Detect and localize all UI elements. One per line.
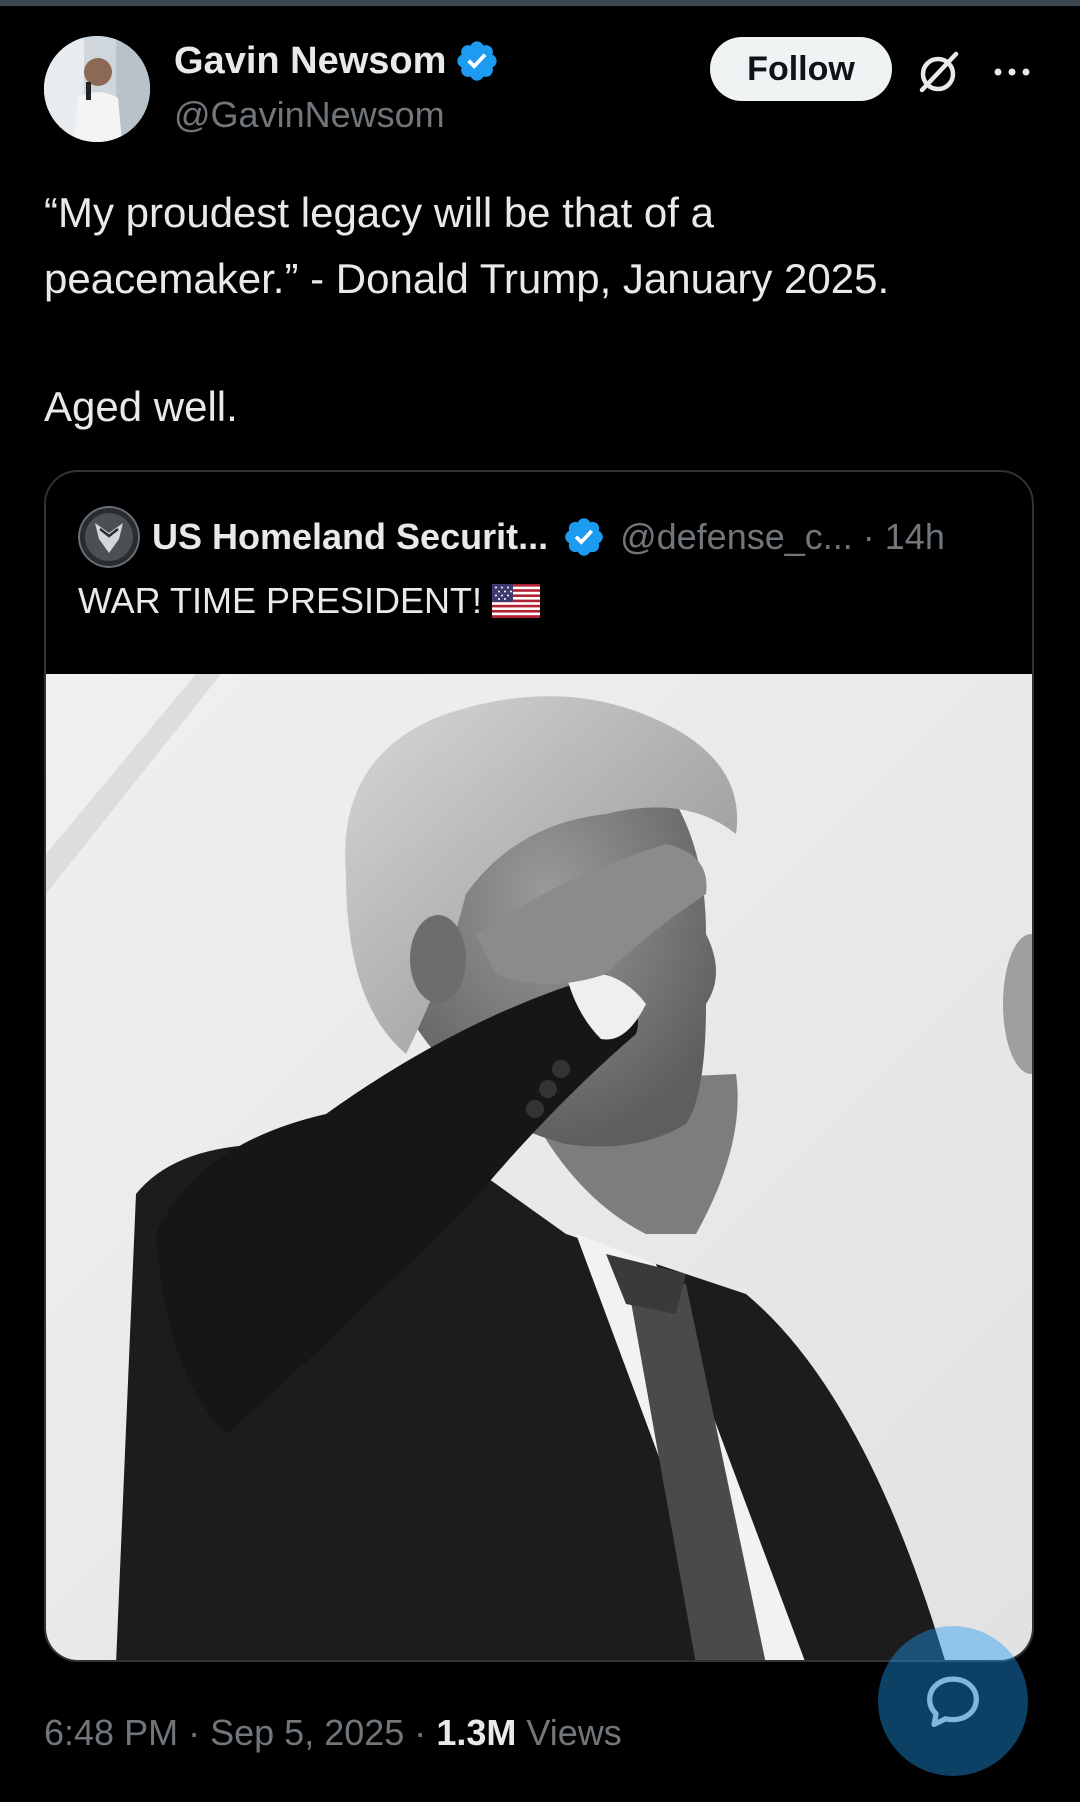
tweet-line: Aged well. bbox=[44, 383, 238, 430]
verified-badge-icon bbox=[457, 41, 498, 81]
grok-icon[interactable] bbox=[914, 48, 962, 96]
quoted-author-handle[interactable]: @defense_c... bbox=[620, 516, 853, 558]
views-count[interactable]: 1.3M bbox=[436, 1712, 516, 1753]
tweet-line: “My proudest legacy will be that of a bbox=[44, 189, 714, 236]
tweet-paragraph-gap bbox=[44, 312, 1034, 374]
footer-separator: · bbox=[188, 1712, 201, 1753]
us-flag-icon bbox=[492, 584, 541, 618]
more-icon[interactable] bbox=[990, 52, 1034, 92]
quoted-tweet-image[interactable] bbox=[46, 674, 1032, 1660]
views-label: Views bbox=[526, 1712, 622, 1753]
quoted-tweet-text: WAR TIME PRESIDENT! bbox=[78, 580, 541, 622]
quoted-tweet-header: US Homeland Securit... @defense_c... · 1… bbox=[78, 506, 945, 568]
tweet-time[interactable]: 6:48 PM bbox=[44, 1712, 178, 1753]
author-name-text: Gavin Newsom bbox=[174, 39, 447, 82]
tweet-date[interactable]: Sep 5, 2025 bbox=[210, 1712, 404, 1753]
black-and-white-salute-photo-icon bbox=[46, 674, 1032, 1660]
quoted-tweet-card[interactable]: US Homeland Securit... @defense_c... · 1… bbox=[44, 470, 1034, 1662]
verified-badge-icon bbox=[565, 518, 603, 556]
quoted-timestamp[interactable]: 14h bbox=[885, 516, 945, 558]
tweet-timestamp: 6:48 PM · Sep 5, 2025 · 1.3M Views bbox=[44, 1712, 622, 1754]
reply-bubble-icon bbox=[927, 1676, 979, 1727]
top-divider bbox=[0, 0, 1080, 6]
shield-logo-icon[interactable] bbox=[78, 506, 140, 568]
author-avatar[interactable] bbox=[44, 36, 150, 142]
author-name[interactable]: Gavin Newsom bbox=[174, 38, 500, 84]
reply-fab-button[interactable] bbox=[878, 1626, 1028, 1776]
tweet-text: “My proudest legacy will be that of a pe… bbox=[44, 180, 1034, 440]
quoted-text-content: WAR TIME PRESIDENT! bbox=[78, 580, 483, 621]
follow-button[interactable]: Follow bbox=[710, 37, 892, 101]
footer-separator: · bbox=[414, 1712, 427, 1753]
quoted-author-name[interactable]: US Homeland Securit... bbox=[152, 516, 548, 558]
quoted-separator: · bbox=[862, 516, 875, 557]
tweet-line: peacemaker.” - Donald Trump, January 202… bbox=[44, 255, 890, 302]
author-handle[interactable]: @GavinNewsom bbox=[174, 94, 445, 136]
